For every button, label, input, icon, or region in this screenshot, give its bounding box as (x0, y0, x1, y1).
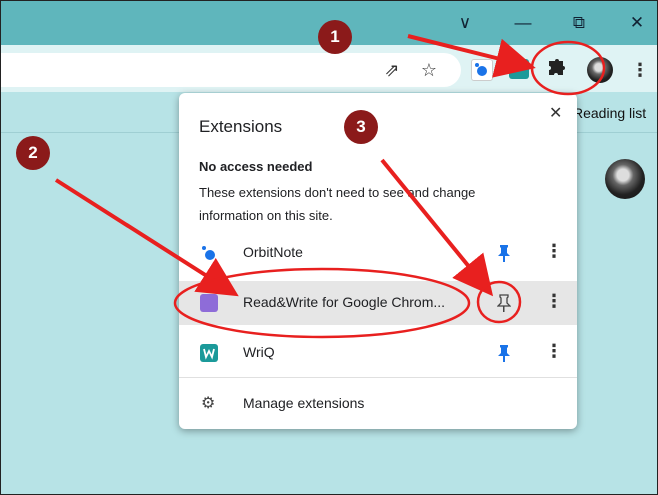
section-heading: No access needed (199, 159, 313, 174)
popup-title: Extensions (199, 117, 283, 136)
extension-row-wriq[interactable]: WriQ ⋮ (179, 331, 577, 375)
share-icon[interactable]: ⇗ (379, 57, 405, 83)
annotation-badge-3: 3 (344, 110, 378, 144)
restore-button[interactable]: ⧉ (567, 11, 591, 35)
annotation-badge-1: 1 (318, 20, 352, 54)
more-options-icon[interactable]: ⋮ (545, 241, 563, 262)
extension-row-orbitnote[interactable]: OrbitNote ⋮ (179, 231, 577, 275)
divider (179, 377, 577, 378)
popup-close-icon[interactable]: ✕ (549, 103, 562, 123)
annotation-badge-2: 2 (16, 136, 50, 170)
chrome-menu-icon[interactable]: ⋮ (627, 57, 653, 83)
reading-list-button[interactable]: Reading list (573, 105, 646, 121)
extensions-popup: Extensions ✕ No access needed These exte… (179, 93, 577, 429)
extension-name: Read&Write for Google Chrom... (243, 294, 446, 310)
tab-search-button[interactable]: ∨ (453, 11, 477, 35)
minimize-button[interactable]: — (511, 11, 535, 35)
wriq-toolbar-icon[interactable] (509, 59, 529, 79)
browser-window: ∨ — ⧉ ✕ ⇗ ☆ ⋮ Reading list Extensions ✕ … (0, 0, 658, 495)
manage-extensions-label: Manage extensions (243, 395, 365, 411)
close-window-button[interactable]: ✕ (625, 11, 649, 35)
extension-name: WriQ (243, 344, 275, 360)
more-options-icon[interactable]: ⋮ (545, 341, 563, 362)
bookmark-star-icon[interactable]: ☆ (416, 57, 442, 83)
pin-icon[interactable] (497, 343, 511, 363)
extension-row-readwrite[interactable]: Read&Write for Google Chrom... ⋮ (179, 281, 577, 325)
orbitnote-icon (201, 245, 217, 261)
more-options-icon[interactable]: ⋮ (545, 291, 563, 312)
extension-name: OrbitNote (243, 244, 303, 260)
profile-avatar[interactable] (587, 57, 613, 83)
orbitnote-toolbar-icon[interactable] (471, 59, 493, 81)
unpin-icon[interactable] (496, 293, 512, 313)
section-description: These extensions don't need to see and c… (199, 185, 476, 223)
gear-icon: ⚙ (201, 395, 216, 412)
wriq-icon (200, 344, 218, 362)
pin-icon[interactable] (497, 243, 511, 263)
extensions-puzzle-icon[interactable] (543, 57, 569, 83)
page-avatar (605, 159, 645, 199)
manage-extensions-link[interactable]: ⚙ Manage extensions (179, 389, 577, 421)
readwrite-icon (200, 294, 218, 312)
